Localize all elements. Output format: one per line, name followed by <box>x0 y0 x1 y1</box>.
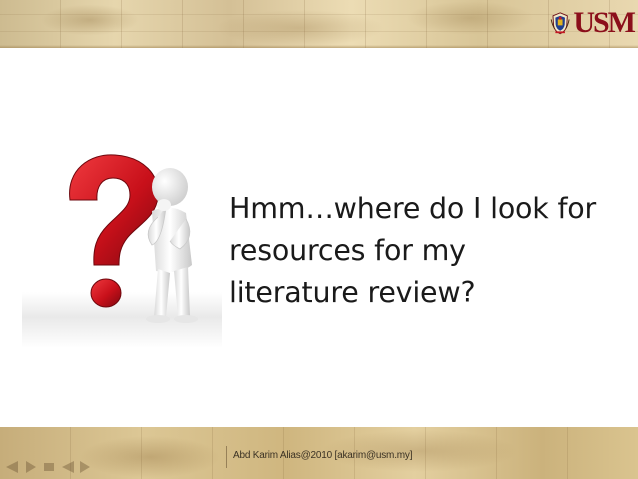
map-texture <box>0 0 638 48</box>
usm-logo: USM <box>550 2 636 44</box>
banner-edge <box>0 45 638 48</box>
title-line-3: literature review? <box>229 276 476 309</box>
decorative-arrows-icon <box>6 461 90 473</box>
slide-title: Hmm…where do I look for resources for my… <box>229 188 629 314</box>
logo-text: USM <box>573 6 636 39</box>
footer-divider <box>226 446 227 468</box>
top-banner <box>0 0 638 48</box>
title-line-1: Hmm…where do I look for <box>229 192 597 225</box>
footer-credit: Abd Karim Alias@2010 [akarim@usm.my] <box>233 450 413 461</box>
crest-icon <box>550 12 570 35</box>
title-line-2: resources for my <box>229 234 466 267</box>
slide: USM Hmm…where do I look for resources fo… <box>0 0 638 479</box>
question-mark-thinking-figure-icon <box>69 154 198 323</box>
